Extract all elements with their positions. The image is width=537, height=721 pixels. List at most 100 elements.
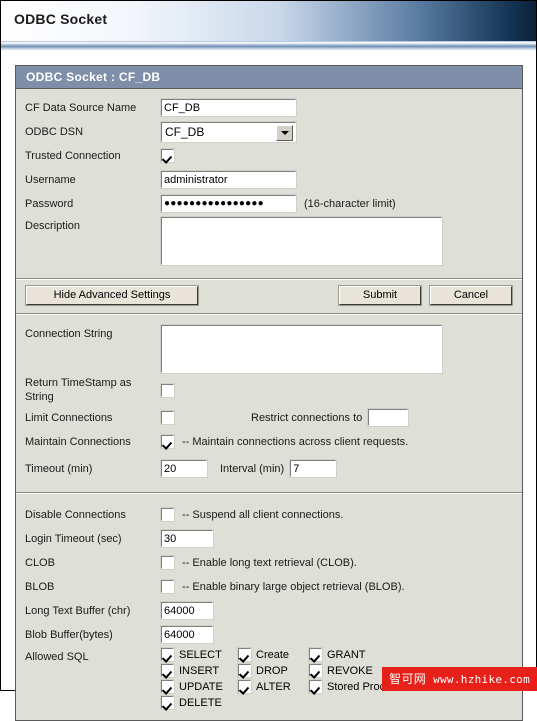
row-blob-buffer: Blob Buffer(bytes) 64000 xyxy=(16,624,522,645)
interval-input[interactable]: 7 xyxy=(289,459,338,478)
timeout-label: Timeout (min) xyxy=(25,462,93,475)
allowed-sql-stored-procedures-checkbox[interactable] xyxy=(308,679,323,694)
hide-advanced-settings-button[interactable]: Hide Advanced Settings xyxy=(25,285,199,306)
allowed-sql-item-drop[interactable]: DROP xyxy=(237,663,300,678)
long-text-buffer-label: Long Text Buffer (chr) xyxy=(25,604,131,617)
long-text-buffer-input[interactable]: 64000 xyxy=(160,601,214,620)
row-blob: BLOB -- Enable binary large object retri… xyxy=(16,576,522,597)
row-cf-data-source-name: CF Data Source Name CF_DB xyxy=(16,97,522,118)
username-input[interactable]: administrator xyxy=(160,170,297,189)
cancel-button[interactable]: Cancel xyxy=(429,285,513,306)
action-button-row: Hide Advanced Settings Submit Cancel xyxy=(16,282,522,311)
row-limit-connections: Limit Connections Restrict connections t… xyxy=(16,407,522,428)
allowed-sql-item-revoke[interactable]: REVOKE xyxy=(308,663,373,678)
allowed-sql-drop-label: DROP xyxy=(256,664,288,677)
allowed-sql-create-checkbox[interactable] xyxy=(237,647,252,662)
clob-checkbox[interactable] xyxy=(160,555,175,570)
blob-buffer-input[interactable]: 64000 xyxy=(160,625,214,644)
row-password: Password ●●●●●●●●●●●●●●●● (16-character … xyxy=(16,193,522,214)
allowed-sql-item-delete[interactable]: DELETE xyxy=(160,695,229,710)
row-disable-connections: Disable Connections -- Suspend all clien… xyxy=(16,504,522,525)
app-banner: ODBC Socket xyxy=(1,1,536,41)
allowed-sql-alter-checkbox[interactable] xyxy=(237,679,252,694)
allowed-sql-select-label: SELECT xyxy=(179,648,222,661)
allowed-sql-revoke-checkbox[interactable] xyxy=(308,663,323,678)
site-watermark: 智可网 www.hzhike.com xyxy=(382,667,537,691)
row-clob: CLOB -- Enable long text retrieval (CLOB… xyxy=(16,552,522,573)
banner-spacer xyxy=(1,51,536,66)
basic-settings-section: CF Data Source Name CF_DB ODBC DSN CF_DB… xyxy=(16,89,522,276)
allowed-sql-item-alter[interactable]: ALTER xyxy=(237,679,300,694)
watermark-brand: 智可网 xyxy=(389,672,427,686)
allowed-sql-grant-checkbox[interactable] xyxy=(308,647,323,662)
blob-buffer-label: Blob Buffer(bytes) xyxy=(25,628,113,641)
banner-divider xyxy=(1,41,536,51)
allowed-sql-grant-label: GRANT xyxy=(327,648,366,661)
allowed-sql-select-checkbox[interactable] xyxy=(160,647,175,662)
password-input[interactable]: ●●●●●●●●●●●●●●●● xyxy=(160,194,297,213)
row-long-text-buffer: Long Text Buffer (chr) 64000 xyxy=(16,600,522,621)
allowed-sql-create-label: Create xyxy=(256,648,290,661)
watermark-url: www.hzhike.com xyxy=(433,673,530,686)
username-label: Username xyxy=(25,173,76,186)
trusted-connection-checkbox[interactable] xyxy=(160,148,175,163)
section-divider-3 xyxy=(16,492,522,494)
description-textarea[interactable] xyxy=(160,216,443,266)
allowed-sql-item-select[interactable]: SELECT xyxy=(160,647,229,662)
clob-label: CLOB xyxy=(25,556,55,569)
interval-label: Interval (min) xyxy=(220,462,285,475)
allowed-sql-row: DELETE xyxy=(160,695,428,710)
return-timestamp-as-string-checkbox[interactable] xyxy=(160,382,175,398)
odbc-dsn-selected-value: CF_DB xyxy=(165,124,205,139)
limit-connections-checkbox[interactable] xyxy=(160,410,175,425)
allowed-sql-update-checkbox[interactable] xyxy=(160,679,175,694)
allowed-sql-insert-checkbox[interactable] xyxy=(160,663,175,678)
row-trusted-connection: Trusted Connection xyxy=(16,145,522,166)
connection-string-label: Connection String xyxy=(25,328,113,340)
row-return-timestamp-as-string: Return TimeStamp as String xyxy=(16,376,522,404)
allowed-sql-item-grant[interactable]: GRANT xyxy=(308,647,366,662)
odbc-socket-panel: ODBC Socket : CF_DB CF Data Source Name … xyxy=(15,65,523,721)
login-timeout-input[interactable]: 30 xyxy=(160,529,214,548)
row-description: Description xyxy=(16,216,522,266)
limit-connections-label: Limit Connections xyxy=(25,411,113,424)
trusted-connection-label: Trusted Connection xyxy=(25,149,121,162)
section-divider-1 xyxy=(16,278,522,280)
allowed-sql-revoke-label: REVOKE xyxy=(327,664,373,677)
cf-data-source-name-label: CF Data Source Name xyxy=(25,101,137,114)
blob-label: BLOB xyxy=(25,580,55,593)
row-connection-string: Connection String xyxy=(16,324,522,374)
blob-note: -- Enable binary large object retrieval … xyxy=(182,580,405,593)
odbc-dsn-label: ODBC DSN xyxy=(25,125,84,138)
login-timeout-label: Login Timeout (sec) xyxy=(25,532,122,545)
allowed-sql-delete-label: DELETE xyxy=(179,696,222,709)
allowed-sql-item-update[interactable]: UPDATE xyxy=(160,679,229,694)
maintain-connections-checkbox[interactable] xyxy=(160,434,175,449)
odbc-dsn-select[interactable]: CF_DB xyxy=(160,120,297,143)
allowed-sql-delete-checkbox[interactable] xyxy=(160,695,175,710)
row-maintain-connections: Maintain Connections -- Maintain connect… xyxy=(16,431,522,452)
chevron-down-icon[interactable] xyxy=(276,124,293,141)
timeout-input[interactable]: 20 xyxy=(160,459,208,478)
page-title: ODBC Socket xyxy=(14,11,108,27)
allowed-sql-item-create[interactable]: Create xyxy=(237,647,300,662)
panel-title: ODBC Socket : CF_DB xyxy=(16,66,522,89)
blob-checkbox[interactable] xyxy=(160,579,175,594)
allowed-sql-row: SELECT Create GRANT xyxy=(160,647,428,662)
allowed-sql-drop-checkbox[interactable] xyxy=(237,663,252,678)
maintain-connections-note: -- Maintain connections across client re… xyxy=(182,435,409,448)
submit-button[interactable]: Submit xyxy=(338,285,422,306)
row-odbc-dsn: ODBC DSN CF_DB xyxy=(16,120,522,143)
allowed-sql-item-insert[interactable]: INSERT xyxy=(160,663,229,678)
row-timeout: Timeout (min) 20 Interval (min) 7 xyxy=(16,458,522,479)
allowed-sql-insert-label: INSERT xyxy=(179,664,220,677)
clob-note: -- Enable long text retrieval (CLOB). xyxy=(182,556,357,569)
cf-data-source-name-input[interactable]: CF_DB xyxy=(160,98,297,117)
maintain-connections-label: Maintain Connections xyxy=(25,435,131,448)
connection-string-textarea[interactable] xyxy=(160,324,443,374)
restrict-connections-to-input[interactable] xyxy=(367,408,410,427)
password-label: Password xyxy=(25,197,74,210)
disable-connections-checkbox[interactable] xyxy=(160,507,175,522)
section-divider-2 xyxy=(16,313,522,315)
restrict-connections-to-label: Restrict connections to xyxy=(251,411,363,424)
